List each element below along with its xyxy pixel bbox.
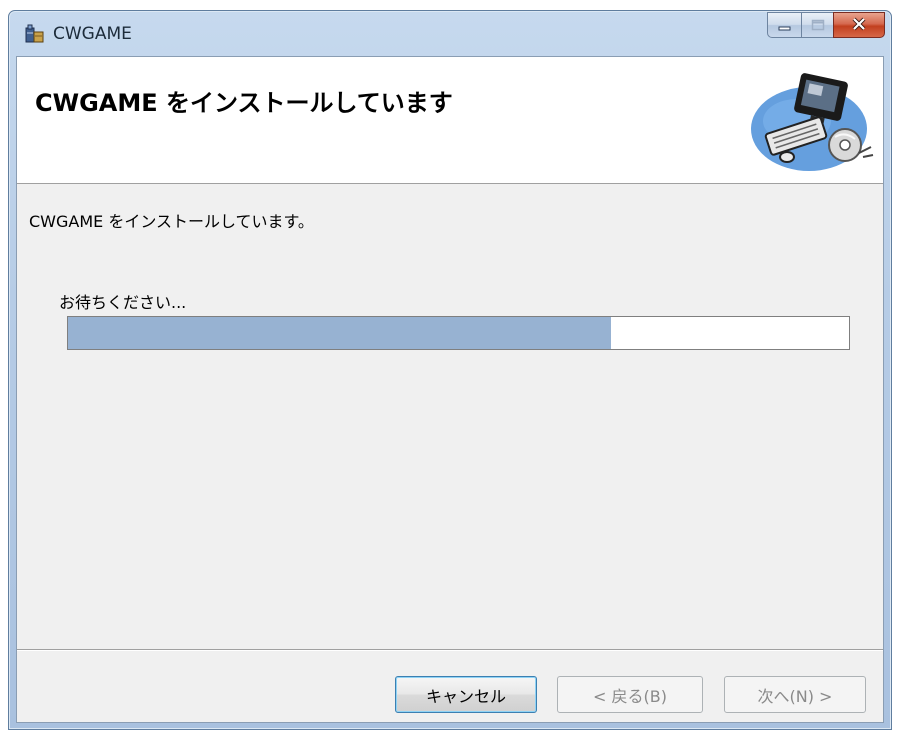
installer-package-icon xyxy=(23,23,45,45)
banner-heading: CWGAME をインストールしています xyxy=(35,89,453,117)
caption-buttons xyxy=(767,12,885,40)
progress-fill xyxy=(68,317,611,349)
install-status-text: CWGAME をインストールしています。 xyxy=(29,212,314,231)
please-wait-label: お待ちください... xyxy=(59,293,187,312)
back-button[interactable]: < 戻る(B) xyxy=(557,676,703,713)
next-button[interactable]: 次へ(N) > xyxy=(724,676,866,713)
window-title: CWGAME xyxy=(53,24,132,44)
maximize-button[interactable] xyxy=(801,12,833,38)
close-icon xyxy=(851,16,867,35)
title-bar[interactable]: CWGAME xyxy=(9,11,891,57)
maximize-icon xyxy=(811,16,825,35)
dialog-body: CWGAME をインストールしています CWGAME をインストールしています。… xyxy=(16,56,884,723)
minimize-button[interactable] xyxy=(767,12,801,38)
installer-window: CWGAME CWGAME をインストールしています CWGAME をインストー… xyxy=(8,10,892,730)
install-progress-bar xyxy=(67,316,850,350)
header-banner: CWGAME をインストールしています xyxy=(17,57,883,184)
computer-cd-setup-icon xyxy=(747,67,877,175)
close-button[interactable] xyxy=(833,12,885,38)
footer-divider xyxy=(17,649,883,651)
minimize-icon xyxy=(778,16,792,35)
cancel-button[interactable]: キャンセル xyxy=(395,676,537,713)
